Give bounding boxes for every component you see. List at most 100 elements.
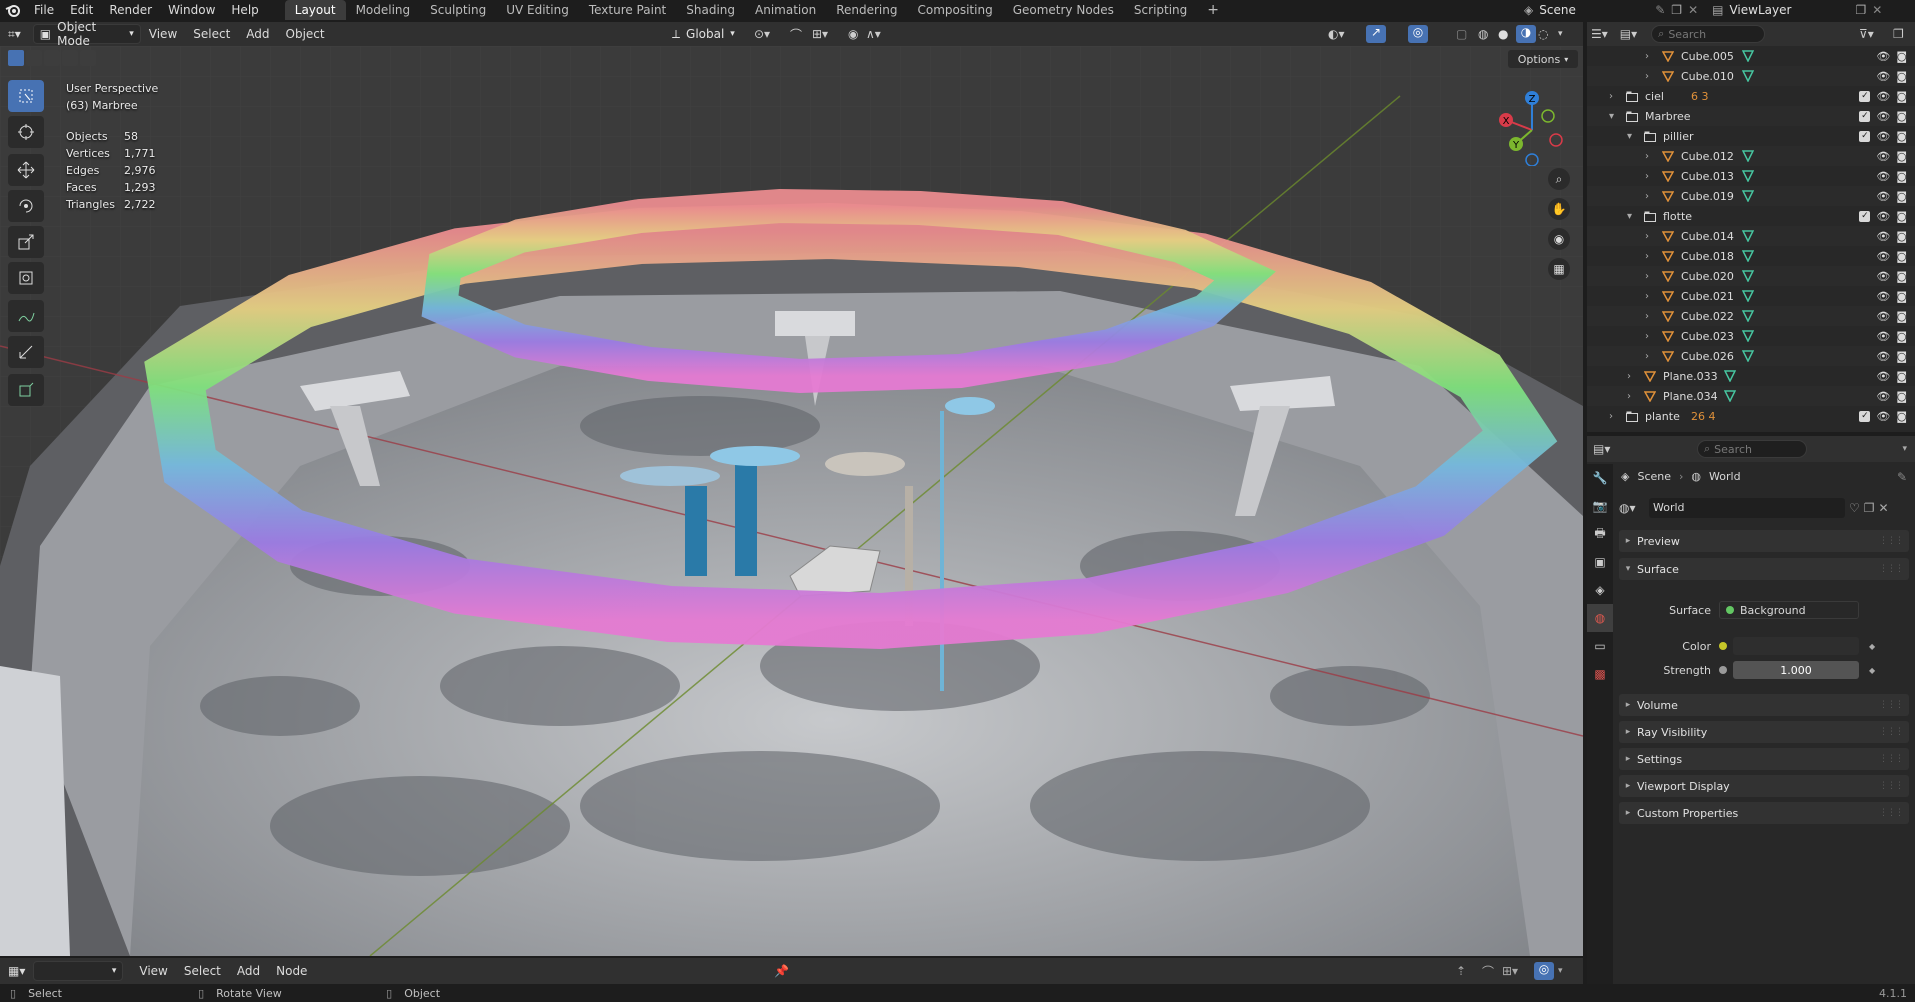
outliner-item-label[interactable]: Cube.010 [1681,70,1734,83]
eye-icon[interactable]: 👁 [1876,330,1890,343]
eye-icon[interactable]: 👁 [1876,90,1890,103]
outliner-item-label[interactable]: Plane.033 [1663,370,1718,383]
snap-target-icon[interactable]: ⊞▾ [812,27,828,41]
delete-view-layer-icon[interactable]: ✕ [1872,3,1882,17]
tab-geometry-nodes[interactable]: Geometry Nodes [1003,0,1124,20]
panel-preview[interactable]: ▸ Preview ⋮⋮⋮ [1619,530,1909,552]
menu-help[interactable]: Help [223,0,266,20]
zoom-icon[interactable]: ⌕ [1548,168,1570,190]
eye-icon[interactable]: 👁 [1876,370,1890,383]
chevron-right-icon[interactable]: › [1645,311,1649,322]
select-subtract-icon[interactable] [44,50,60,66]
menu-file[interactable]: File [26,0,62,20]
cursor-tool-icon[interactable] [8,116,44,148]
surface-shader-field[interactable]: Background [1719,601,1859,619]
mesh-data-icon[interactable] [1741,329,1755,343]
chevron-right-icon[interactable]: › [1645,351,1649,362]
eye-icon[interactable]: 👁 [1876,410,1890,423]
chevron-right-icon[interactable]: › [1627,391,1631,402]
outliner-row[interactable]: › Cube.018 👁 ◙ [1587,246,1915,266]
child-count-badge[interactable]: 6 3 [1691,90,1709,103]
chevron-right-icon[interactable]: › [1645,231,1649,242]
node-menu-node[interactable]: Node [268,961,315,981]
tab-scripting[interactable]: Scripting [1124,0,1197,20]
chevron-down-icon[interactable]: ▾ [1558,966,1563,976]
outliner-item-label[interactable]: pillier [1663,130,1694,143]
camera-icon[interactable]: ◙ [1896,270,1907,283]
tab-sculpting[interactable]: Sculpting [420,0,496,20]
mesh-data-icon[interactable] [1741,309,1755,323]
eye-icon[interactable]: 👁 [1876,250,1890,263]
editor-type-icon[interactable]: ▤▾ [1593,442,1610,456]
tab-texture-paint[interactable]: Texture Paint [579,0,676,20]
editor-type-icon[interactable]: ⌗▾ [0,24,29,44]
chevron-right-icon[interactable]: › [1645,51,1649,62]
panel-surface[interactable]: ▾ Surface ⋮⋮⋮ [1619,558,1909,580]
falloff-icon[interactable]: ∧▾ [866,27,881,41]
blender-logo-icon[interactable] [0,0,26,20]
outliner-item-label[interactable]: Cube.026 [1681,350,1734,363]
outliner-row[interactable]: ▾ flotte ✓ 👁 ◙ [1587,206,1915,226]
tool-tab-icon[interactable]: 🔧 [1587,464,1613,492]
chevron-right-icon[interactable]: › [1645,171,1649,182]
collection-tab-icon[interactable]: ▭ [1587,632,1613,660]
camera-icon[interactable]: ◙ [1896,370,1907,383]
mesh-data-icon[interactable] [1741,289,1755,303]
outliner-item-label[interactable]: Cube.005 [1681,50,1734,63]
outliner-item-label[interactable]: Plane.034 [1663,390,1718,403]
new-view-layer-icon[interactable]: ❐ [1855,3,1866,17]
menu-window[interactable]: Window [160,0,223,20]
mesh-data-icon[interactable] [1723,389,1737,403]
chevron-right-icon[interactable]: › [1645,251,1649,262]
camera-icon[interactable]: ◙ [1896,350,1907,363]
chevron-down-icon[interactable]: ▾ [1609,111,1614,122]
checkbox-icon[interactable]: ✓ [1859,110,1871,122]
outliner-item-label[interactable]: plante [1645,410,1680,423]
camera-icon[interactable]: ◙ [1896,410,1907,423]
editor-type-icon[interactable]: ☰▾ [1591,27,1608,41]
keyframe-icon[interactable]: ◆ [1869,642,1875,651]
checkbox-icon[interactable]: ✓ [1859,90,1871,102]
scene-icon[interactable]: ◈ [1524,3,1533,17]
select-intersect-icon[interactable] [80,50,96,66]
node-menu-view[interactable]: View [131,961,175,981]
camera-icon[interactable]: ◙ [1896,50,1907,63]
camera-icon[interactable]: ◙ [1896,90,1907,103]
pin-icon[interactable]: ✎ [1655,3,1665,17]
scene-tab-icon[interactable]: ◈ [1587,576,1613,604]
tab-rendering[interactable]: Rendering [826,0,907,20]
mesh-data-icon[interactable] [1723,369,1737,383]
snap-target-icon[interactable]: ⊞▾ [1502,964,1518,978]
chevron-right-icon[interactable]: › [1645,271,1649,282]
menu-render[interactable]: Render [101,0,160,20]
world-selector[interactable]: ◍▾ World ♡ ❐ ✕ [1619,498,1909,518]
filter-icon[interactable]: ⊽▾ [1859,27,1874,41]
node-tree-dropdown[interactable]: ▾ [33,961,124,981]
camera-icon[interactable]: ◙ [1896,150,1907,163]
outliner-row[interactable]: › Cube.020 👁 ◙ [1587,266,1915,286]
view-layer-tab-icon[interactable]: ▣ [1587,548,1613,576]
visibility-icon[interactable]: ◐▾ [1328,27,1345,41]
eye-icon[interactable]: 👁 [1876,170,1890,183]
eye-icon[interactable]: 👁 [1876,390,1890,403]
mesh-data-icon[interactable] [1741,229,1755,243]
pin-icon[interactable]: 📌 [774,964,789,978]
overlay-icon[interactable]: ◎ [1534,962,1554,980]
transform-tool-icon[interactable] [8,262,44,294]
proportional-edit-icon[interactable]: ◉ [848,27,858,41]
tab-compositing[interactable]: Compositing [907,0,1002,20]
child-count-badge[interactable]: 26 4 [1691,410,1716,423]
unlink-icon[interactable]: ✕ [1879,501,1889,515]
node-menu-select[interactable]: Select [176,961,229,981]
annotate-tool-icon[interactable] [8,300,44,332]
checkbox-icon[interactable]: ✓ [1859,210,1871,222]
viewport-menu-object[interactable]: Object [278,24,333,44]
outliner-item-label[interactable]: Cube.020 [1681,270,1734,283]
options-dropdown[interactable]: Options ▾ [1508,50,1578,68]
view-layer-icon[interactable]: ▤ [1712,3,1723,17]
outliner-item-label[interactable]: flotte [1663,210,1692,223]
outliner-row[interactable]: › Cube.023 👁 ◙ [1587,326,1915,346]
camera-icon[interactable]: ◙ [1896,330,1907,343]
scale-tool-icon[interactable] [8,226,44,258]
eye-icon[interactable]: 👁 [1876,110,1890,123]
